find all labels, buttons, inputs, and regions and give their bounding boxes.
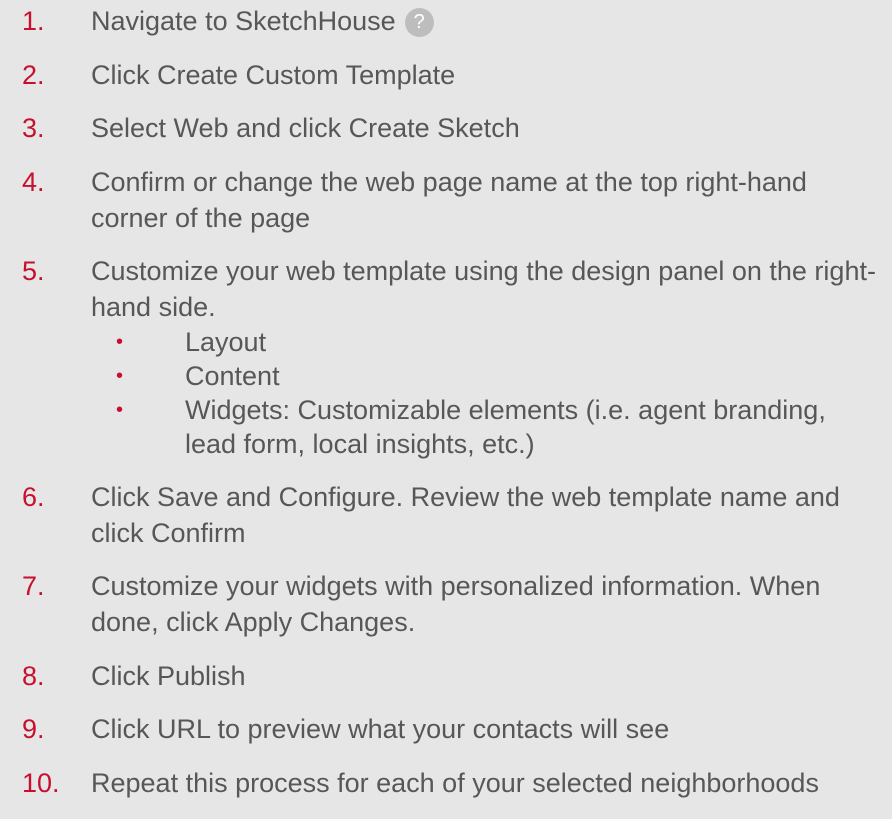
step-number: 9. (22, 714, 45, 744)
step-text: Confirm or change the web page name at t… (91, 166, 807, 233)
step-item: 5. Customize your web template using the… (0, 253, 892, 461)
bullet-icon: • (116, 365, 124, 387)
step-item: 4. Confirm or change the web page name a… (0, 164, 892, 236)
step-text: Repeat this process for each of your sel… (91, 767, 819, 798)
step-text: Click Publish (91, 660, 246, 691)
step-item: 10. Repeat this process for each of your… (0, 765, 892, 801)
step-number: 6. (22, 481, 45, 512)
step-item: 6. Click Save and Configure. Review the … (0, 479, 892, 551)
step-item: 7. Customize your widgets with personali… (0, 568, 892, 640)
sub-item-text: Content (185, 361, 280, 391)
sub-list-item: • Widgets: Customizable elements (i.e. a… (91, 393, 884, 461)
step-text: Click Save and Configure. Review the web… (91, 481, 840, 548)
step-item: 8. Click Publish (0, 658, 892, 694)
sub-list-item: • Layout (91, 325, 884, 359)
sub-list-item: • Content (91, 359, 884, 393)
question-mark-help-icon[interactable]: ? (404, 8, 434, 37)
step-number: 4. (22, 166, 45, 197)
instructions-panel: 1. Navigate to SketchHouse? 2. Click Cre… (0, 0, 892, 819)
step-number: 10. (22, 767, 60, 798)
step-number: 8. (22, 660, 45, 691)
step-text: Select Web and click Create Sketch (91, 113, 520, 143)
step-text: Click URL to preview what your contacts … (91, 714, 670, 744)
step-item: 3. Select Web and click Create Sketch (0, 110, 892, 146)
step-text: Customize your web template using the de… (91, 256, 876, 322)
step-number: 7. (22, 571, 45, 601)
step-text: Click Create Custom Template (91, 59, 456, 90)
step-text: Navigate to SketchHouse (91, 6, 396, 36)
step-number: 1. (22, 6, 45, 36)
step-item: 2. Click Create Custom Template (0, 57, 892, 93)
step-number: 3. (22, 113, 45, 143)
sub-item-text: Widgets: Customizable elements (i.e. age… (185, 395, 826, 459)
step-sub-list: • Layout • Content • Widgets: Customizab… (91, 325, 884, 461)
step-item: 1. Navigate to SketchHouse? (0, 3, 892, 39)
bullet-icon: • (116, 331, 124, 353)
steps-list: 1. Navigate to SketchHouse? 2. Click Cre… (0, 3, 892, 801)
step-item: 9. Click URL to preview what your contac… (0, 711, 892, 747)
step-number: 5. (22, 256, 45, 286)
step-number: 2. (22, 59, 45, 90)
sub-item-text: Layout (185, 327, 267, 357)
bullet-icon: • (116, 399, 124, 421)
step-text: Customize your widgets with personalized… (91, 571, 821, 637)
